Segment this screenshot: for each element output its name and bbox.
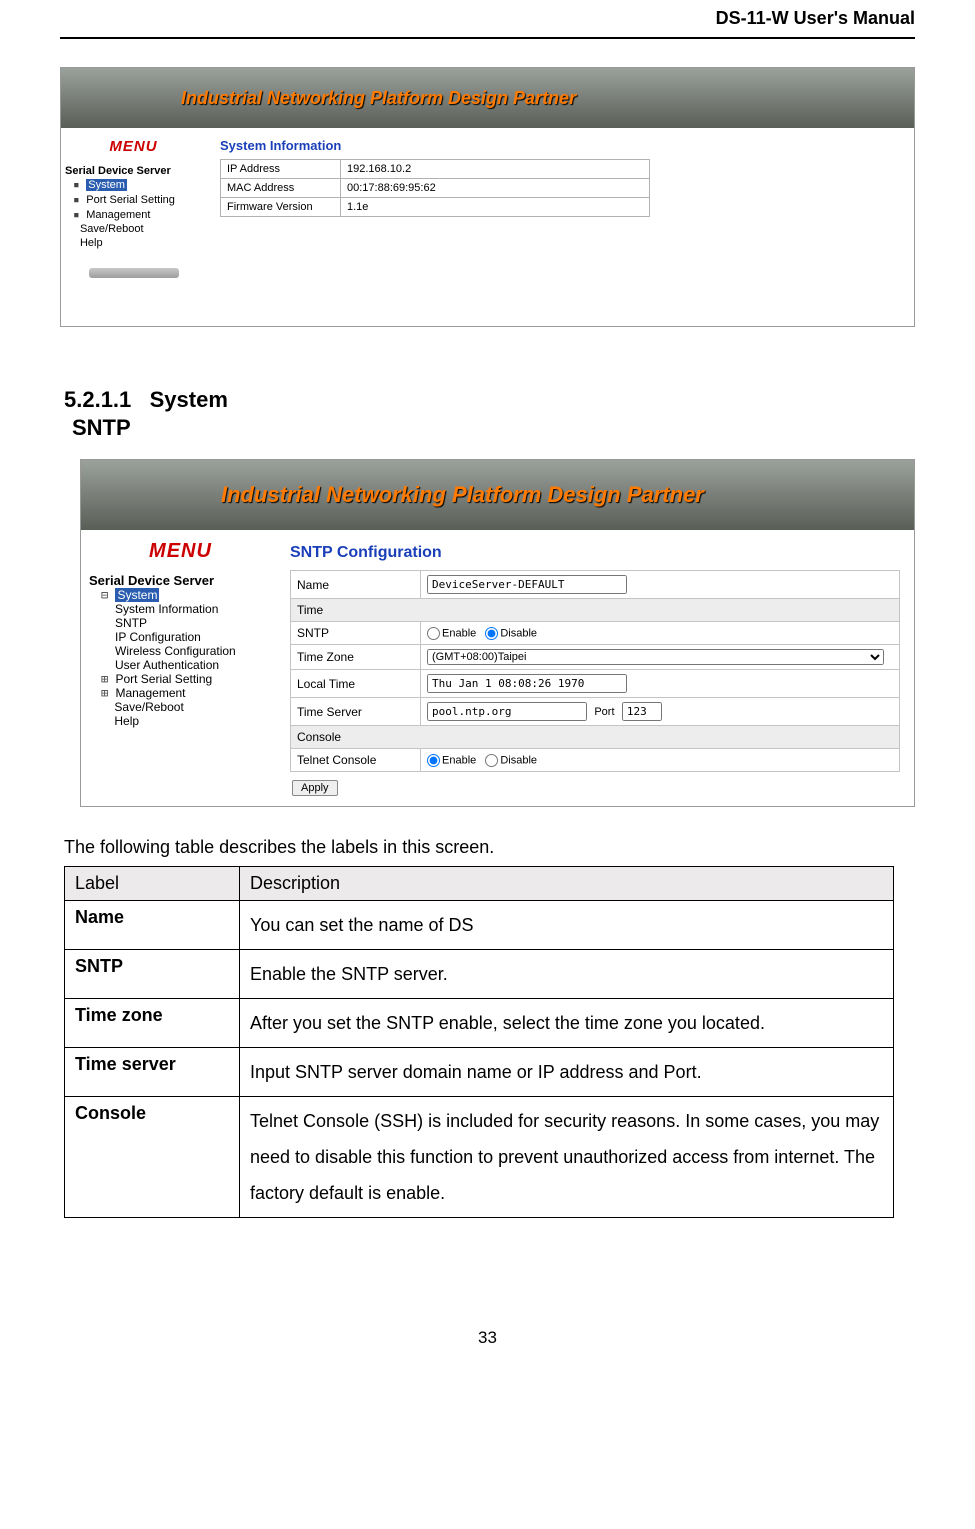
menu-item-wireless[interactable]: Wireless Configuration (89, 644, 272, 658)
table-row: Firmware Version1.1e (221, 198, 650, 217)
description-table: Label Description NameYou can set the na… (64, 866, 894, 1218)
menu-heading: Serial Device Server (89, 573, 272, 588)
menu-decoration (89, 268, 179, 278)
port-input[interactable] (622, 702, 662, 721)
menu-item-port[interactable]: ▪ Port Serial Setting (65, 192, 202, 207)
screenshot-sntp: Industrial Networking Platform Design Pa… (80, 459, 915, 807)
menu-item-mgmt[interactable]: ▪ Management (65, 207, 202, 222)
telnet-radio-group: Enable Disable (421, 749, 900, 772)
name-input[interactable] (427, 575, 627, 594)
table-row: ConsoleTelnet Console (SSH) is included … (65, 1097, 894, 1218)
label-telnet: Telnet Console (291, 749, 421, 772)
menu-item-system[interactable]: ▪ System (65, 177, 202, 192)
nav-menu: MENU Serial Device Server ▪ System ▪ Por… (61, 128, 206, 288)
telnet-disable-radio[interactable] (485, 754, 498, 767)
label-sntp: SNTP (291, 622, 421, 645)
menu-item-save[interactable]: ▪ Save/Reboot (65, 222, 202, 236)
menu-item-mgmt[interactable]: ⊞ Management (89, 686, 272, 700)
panel-title: System Information (220, 138, 900, 153)
banner-title: Industrial Networking Platform Design Pa… (181, 88, 576, 109)
section-subheading: SNTP (72, 415, 915, 441)
desc-intro: The following table describes the labels… (64, 837, 915, 858)
menu-item-ipconf[interactable]: IP Configuration (89, 630, 272, 644)
col-header-desc: Description (240, 867, 894, 901)
section-time: Time (291, 599, 900, 622)
app-banner: Industrial Networking Platform Design Pa… (81, 460, 914, 530)
panel-title: SNTP Configuration (290, 544, 900, 562)
section-heading: 5.2.1.1 System (64, 387, 915, 413)
table-row: Time serverInput SNTP server domain name… (65, 1048, 894, 1097)
label-name: Name (291, 571, 421, 599)
menu-item-userauth[interactable]: User Authentication (89, 658, 272, 672)
menu-logo: MENU (89, 540, 272, 563)
content-panel: SNTP Configuration Name Time SNTP Enable… (276, 530, 914, 806)
sntp-radio-group: Enable Disable (421, 622, 900, 645)
banner-title: Industrial Networking Platform Design Pa… (221, 482, 704, 508)
col-header-label: Label (65, 867, 240, 901)
table-row: SNTPEnable the SNTP server. (65, 950, 894, 999)
menu-item-port[interactable]: ⊞ Port Serial Setting (89, 672, 272, 686)
sntp-enable-radio[interactable] (427, 627, 440, 640)
timezone-select[interactable]: (GMT+08:00)Taipei (427, 649, 884, 665)
screenshot-system-info: Industrial Networking Platform Design Pa… (60, 67, 915, 327)
menu-item-save[interactable]: ⊞ Save/Reboot (89, 700, 272, 714)
menu-item-help[interactable]: ⊞ Help (89, 714, 272, 728)
table-row: IP Address192.168.10.2 (221, 160, 650, 179)
content-panel: System Information IP Address192.168.10.… (206, 128, 914, 288)
page-number: 33 (60, 1328, 915, 1348)
section-console: Console (291, 726, 900, 749)
label-timezone: Time Zone (291, 645, 421, 670)
telnet-enable-radio[interactable] (427, 754, 440, 767)
localtime-input[interactable] (427, 674, 627, 693)
table-row: MAC Address00:17:88:69:95:62 (221, 179, 650, 198)
apply-button[interactable]: Apply (292, 780, 338, 796)
menu-item-system[interactable]: ⊟ System (89, 588, 272, 602)
sntp-form: Name Time SNTP Enable Disable Time Zone … (290, 570, 900, 772)
system-info-table: IP Address192.168.10.2 MAC Address00:17:… (220, 159, 650, 217)
label-localtime: Local Time (291, 670, 421, 698)
table-row: Time zoneAfter you set the SNTP enable, … (65, 999, 894, 1048)
menu-logo: MENU (65, 138, 202, 155)
document-header: DS-11-W User's Manual (60, 0, 915, 37)
menu-item-sysinfo[interactable]: System Information (89, 602, 272, 616)
app-banner: Industrial Networking Platform Design Pa… (61, 68, 914, 128)
label-port: Port (594, 706, 614, 718)
menu-heading: Serial Device Server (65, 165, 202, 177)
menu-item-help[interactable]: ▪ Help (65, 236, 202, 250)
header-rule (60, 37, 915, 39)
nav-menu: MENU Serial Device Server ⊟ System Syste… (81, 530, 276, 806)
label-timeserver: Time Server (291, 698, 421, 726)
timeserver-input[interactable] (427, 702, 587, 721)
table-row: NameYou can set the name of DS (65, 901, 894, 950)
sntp-disable-radio[interactable] (485, 627, 498, 640)
menu-item-sntp[interactable]: SNTP (89, 616, 272, 630)
